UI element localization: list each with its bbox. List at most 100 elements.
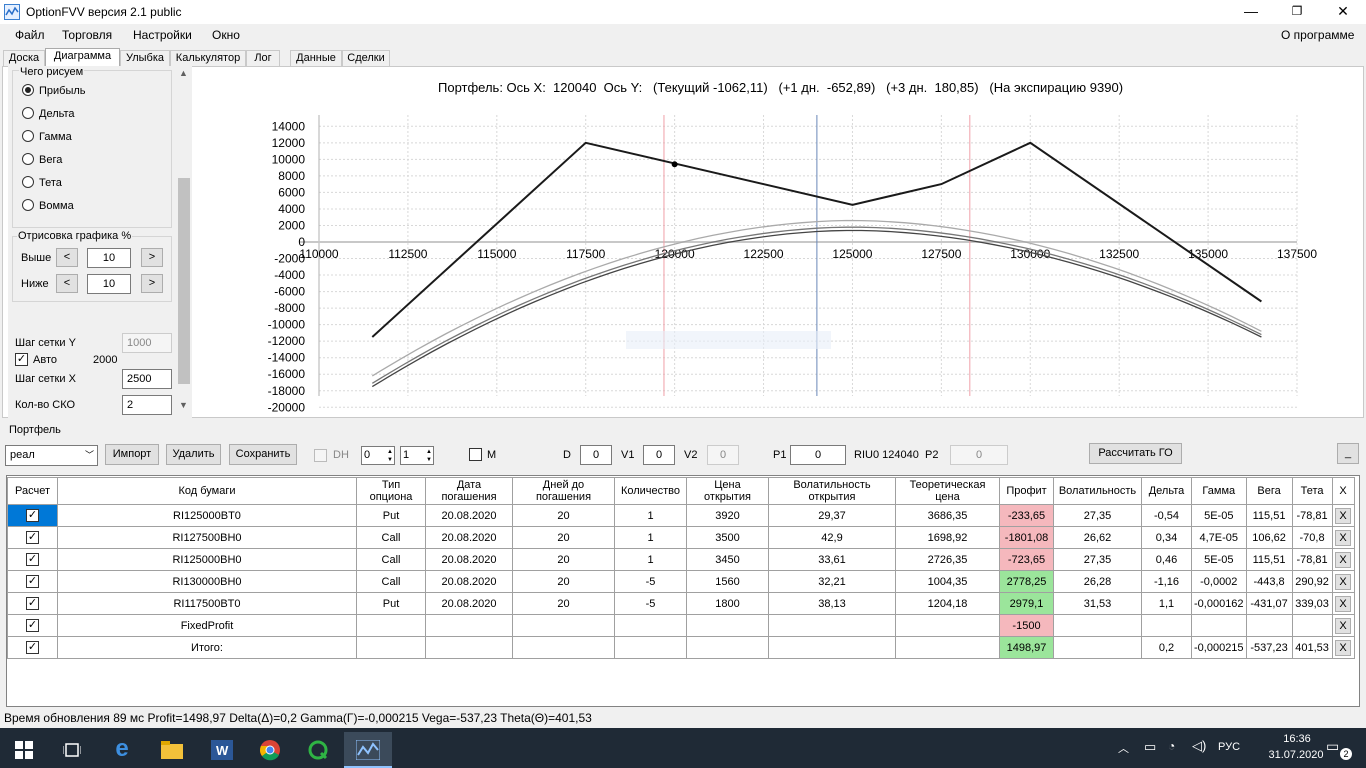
- row-remove-button[interactable]: X: [1335, 617, 1352, 634]
- checkbox-check-icon[interactable]: ✓: [26, 575, 39, 588]
- checkbox-check-icon[interactable]: ✓: [26, 597, 39, 610]
- v1-field[interactable]: 0: [643, 445, 675, 465]
- calculate-go-button[interactable]: Рассчитать ГО: [1089, 443, 1182, 464]
- dh-checkbox[interactable]: [314, 449, 327, 462]
- row-calc-checkbox[interactable]: ✓: [7, 592, 58, 615]
- p1-field[interactable]: 0: [790, 445, 846, 465]
- battery-icon[interactable]: ▭: [1144, 739, 1156, 755]
- table-cell: 1560: [686, 570, 769, 593]
- table-row[interactable]: ✓ FixedProfit -1500 X: [7, 614, 1355, 637]
- row-remove-cell[interactable]: X: [1331, 614, 1355, 637]
- delete-button[interactable]: Удалить: [166, 444, 221, 465]
- table-cell: [1141, 614, 1192, 637]
- checkbox-check-icon[interactable]: ✓: [26, 619, 39, 632]
- table-cell: 339,03: [1291, 592, 1333, 615]
- table-header-cell[interactable]: Вега: [1245, 477, 1293, 505]
- task-view-icon[interactable]: [50, 732, 94, 766]
- row-remove-button[interactable]: X: [1335, 639, 1352, 656]
- table-header-cell[interactable]: Волатильность открытия: [768, 477, 896, 505]
- windows-start-icon[interactable]: [2, 732, 46, 766]
- table-header-cell[interactable]: Цена открытия: [686, 477, 769, 505]
- table-row[interactable]: ✓ RI125000BT0 Put 20.08.2020 20 1 3920 29,37 368…: [7, 504, 1355, 527]
- row-calc-checkbox[interactable]: ✓: [7, 570, 58, 593]
- table-cell: RI125000BT0: [57, 504, 357, 527]
- y-tick-label: -12000: [268, 334, 306, 348]
- quik-icon[interactable]: [296, 732, 340, 766]
- word-icon[interactable]: W: [200, 732, 244, 766]
- save-button[interactable]: Сохранить: [229, 444, 297, 465]
- wifi-icon[interactable]: ◔: [1168, 739, 1175, 753]
- row-remove-cell[interactable]: X: [1331, 526, 1355, 549]
- language-indicator[interactable]: РУС: [1218, 741, 1240, 753]
- table-header-cell[interactable]: X: [1331, 477, 1355, 505]
- table-cell: -431,07: [1245, 592, 1293, 615]
- table-row[interactable]: ✓ RI125000BH0 Call 20.08.2020 20 1 3450 33,61 27…: [7, 548, 1355, 571]
- table-cell: 29,37: [768, 504, 896, 527]
- spin2-field[interactable]: 1 ▲ ▼: [400, 446, 434, 465]
- row-remove-button[interactable]: X: [1335, 529, 1352, 546]
- row-calc-checkbox[interactable]: ✓: [7, 504, 58, 527]
- v2-field[interactable]: 0: [707, 445, 739, 465]
- y-tick-label: 2000: [278, 218, 305, 232]
- table-header-cell[interactable]: Гамма: [1191, 477, 1247, 505]
- table-header-cell[interactable]: Дней до погашения: [512, 477, 615, 505]
- m-checkbox[interactable]: [469, 448, 482, 461]
- table-header-cell[interactable]: Код бумаги: [57, 477, 357, 505]
- row-remove-cell[interactable]: X: [1331, 504, 1355, 527]
- p2-field[interactable]: 0: [950, 445, 1008, 465]
- table-header-cell[interactable]: Волатильность: [1053, 477, 1142, 505]
- optionfvv-taskbar-icon[interactable]: [344, 732, 392, 766]
- row-remove-cell[interactable]: X: [1331, 592, 1355, 615]
- spin1-field[interactable]: 0 ▲ ▼: [361, 446, 395, 465]
- import-button[interactable]: Импорт: [105, 444, 159, 465]
- table-cell: 1: [614, 548, 687, 571]
- edge-browser-icon[interactable]: e: [100, 732, 144, 766]
- notification-icon[interactable]: ▭: [1326, 738, 1339, 755]
- row-remove-cell[interactable]: X: [1331, 636, 1355, 659]
- row-remove-cell[interactable]: X: [1331, 570, 1355, 593]
- checkbox-check-icon[interactable]: ✓: [26, 641, 39, 654]
- table-header-cell[interactable]: Тип опциона: [356, 477, 426, 505]
- table-header-cell[interactable]: Количество: [614, 477, 687, 505]
- table-header-cell[interactable]: Тета: [1291, 477, 1333, 505]
- status-bar: Время обновления 89 мс Profit=1498,97 De…: [0, 708, 1366, 728]
- table-header-cell[interactable]: Профит: [999, 477, 1054, 505]
- table-header-cell[interactable]: Дельта: [1141, 477, 1192, 505]
- clock-date[interactable]: 31.07.2020: [1260, 749, 1332, 761]
- file-explorer-icon[interactable]: [150, 732, 194, 766]
- row-remove-cell[interactable]: X: [1331, 548, 1355, 571]
- d-field[interactable]: 0: [580, 445, 612, 465]
- clock-time[interactable]: 16:36: [1266, 733, 1328, 745]
- payoff-chart[interactable]: 14000120001000080006000400020000-2000-40…: [0, 0, 1366, 420]
- checkbox-check-icon[interactable]: ✓: [26, 509, 39, 522]
- row-calc-checkbox[interactable]: ✓: [7, 636, 58, 659]
- x-tick-label: 127500: [921, 247, 961, 261]
- table-row[interactable]: ✓ RI127500BH0 Call 20.08.2020 20 1 3500 42,9 169…: [7, 526, 1355, 549]
- table-row[interactable]: ✓ RI117500BT0 Put 20.08.2020 20 -5 1800 38,13 12…: [7, 592, 1355, 615]
- table-row[interactable]: ✓ Итого: 1498,97 0,2 -0,000215 -537,23 401,53 X: [7, 636, 1355, 659]
- row-calc-checkbox[interactable]: ✓: [7, 548, 58, 571]
- portfolio-combo[interactable]: реал ﹀: [5, 445, 98, 466]
- row-remove-button[interactable]: X: [1335, 551, 1352, 568]
- row-calc-checkbox[interactable]: ✓: [7, 526, 58, 549]
- collapse-button[interactable]: _: [1337, 443, 1359, 464]
- row-calc-checkbox[interactable]: ✓: [7, 614, 58, 637]
- row-remove-button[interactable]: X: [1335, 595, 1352, 612]
- chrome-icon[interactable]: [248, 732, 292, 766]
- x-tick-label: 122500: [744, 247, 784, 261]
- table-header-cell[interactable]: Теоретическая цена: [895, 477, 1000, 505]
- checkbox-check-icon[interactable]: ✓: [26, 531, 39, 544]
- table-cell: [1191, 614, 1247, 637]
- table-header-cell[interactable]: Расчет: [7, 477, 58, 505]
- table-header-cell[interactable]: Дата погашения: [425, 477, 513, 505]
- table-cell: 4,7E-05: [1191, 526, 1247, 549]
- row-remove-button[interactable]: X: [1335, 507, 1352, 524]
- volume-icon[interactable]: ◁): [1192, 738, 1206, 754]
- tray-chevron-up-icon[interactable]: ︿: [1118, 740, 1129, 756]
- checkbox-check-icon[interactable]: ✓: [26, 553, 39, 566]
- table-row[interactable]: ✓ RI130000BH0 Call 20.08.2020 20 -5 1560 32,21 1…: [7, 570, 1355, 593]
- row-remove-button[interactable]: X: [1335, 573, 1352, 590]
- y-tick-label: 10000: [272, 152, 306, 166]
- y-tick-label: -6000: [274, 285, 305, 299]
- chevron-down-icon: ﹀: [84, 450, 94, 460]
